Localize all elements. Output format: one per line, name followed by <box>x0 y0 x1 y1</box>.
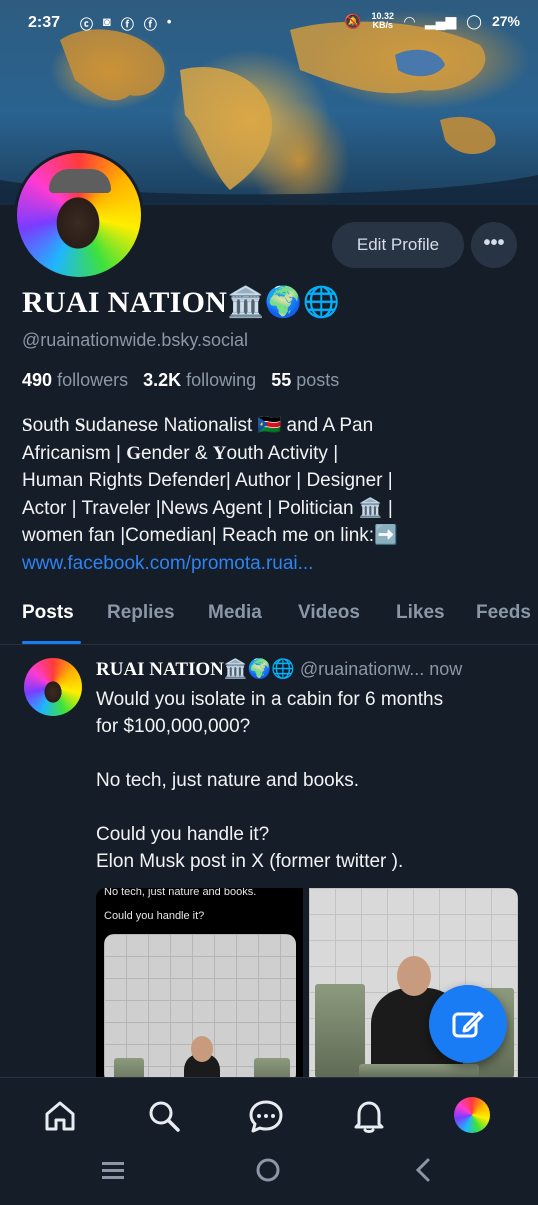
system-nav-icons <box>102 1158 430 1182</box>
signal-icon: ▂▄▆ <box>424 12 457 29</box>
tab-feeds[interactable]: Feeds <box>476 602 531 624</box>
facebook-icon: ⓕ <box>143 17 157 32</box>
network-speed: 10.32 KB/s <box>372 12 395 30</box>
profile-avatar[interactable] <box>17 153 141 277</box>
nav-notifications[interactable] <box>351 1098 387 1134</box>
app-notification-icon: ⓒ <box>80 17 94 32</box>
battery-icon: ◯ <box>466 12 482 29</box>
post-author-handle[interactable]: @ruainationw... <box>300 659 424 679</box>
profile-tabs: Posts Replies Media Videos Likes Feeds <box>0 590 538 645</box>
posts-label: posts <box>296 370 340 390</box>
dot-icon: • <box>166 14 172 29</box>
edit-profile-button[interactable]: Edit Profile <box>332 222 464 268</box>
app-notification-icon: ◙ <box>103 14 111 29</box>
post-author-avatar[interactable] <box>24 658 82 716</box>
bio-letter: S <box>74 415 86 436</box>
post-image-1[interactable]: No tech, just nature and books. Could yo… <box>96 888 303 1078</box>
bio-line: South Sudanese Nationalist 🇸🇸 and A Pan <box>22 412 522 440</box>
compose-post-button[interactable] <box>429 985 507 1063</box>
facebook-icon: ⓕ <box>120 17 134 32</box>
tab-replies[interactable]: Replies <box>107 602 175 624</box>
avatar-cap <box>49 169 111 193</box>
person-head <box>397 956 431 996</box>
display-name: RUAI NATION🏛️🌍🌐 <box>22 286 341 319</box>
money-stack <box>114 1058 144 1078</box>
nav-home[interactable] <box>42 1098 78 1134</box>
status-time: 2:37 <box>28 14 61 31</box>
battery-percent: 27% <box>491 13 520 29</box>
bio-link[interactable]: www.facebook.com/promota.ruai... <box>22 550 522 578</box>
avatar-photo <box>31 165 125 265</box>
person-head <box>191 1036 213 1062</box>
tab-likes[interactable]: Likes <box>396 602 445 624</box>
profile-bio: South Sudanese Nationalist 🇸🇸 and A Pan … <box>22 412 522 577</box>
home-system-icon <box>256 1158 280 1182</box>
posts-count-stat: 55 posts <box>271 370 339 390</box>
money-stack <box>254 1058 290 1078</box>
nav-profile-avatar[interactable] <box>454 1097 490 1133</box>
followers-count: 490 <box>22 370 53 390</box>
post-author-name[interactable]: RUAI NATION🏛️🌍🌐 <box>96 659 295 680</box>
tab-media[interactable]: Media <box>208 602 262 624</box>
active-tab-indicator <box>22 641 81 644</box>
tab-videos[interactable]: Videos <box>298 602 360 624</box>
more-options-button[interactable]: ••• <box>471 222 517 268</box>
following-label: following <box>186 370 257 390</box>
system-navigation-bar <box>0 1152 538 1200</box>
tab-posts[interactable]: Posts <box>22 602 74 624</box>
followers-link[interactable]: 490 followers <box>22 370 128 390</box>
bio-text: outh Activity | <box>226 442 339 464</box>
tiled-room-image <box>104 934 296 1078</box>
bio-letter: G <box>126 442 141 464</box>
bio-text: udanese Nationalist 🇸🇸 and A Pan <box>85 415 374 436</box>
system-status: 🔕 10.32 KB/s ◠ ▂▄▆ ◯ 27% <box>344 12 520 30</box>
back-icon <box>415 1158 430 1182</box>
following-count: 3.2K <box>143 370 182 390</box>
following-link[interactable]: 3.2K following <box>143 370 256 390</box>
notification-icons: ⓒ ◙ ⓕ ⓕ • <box>80 14 171 33</box>
post-time: now <box>429 659 463 679</box>
home-icon <box>45 1101 75 1131</box>
network-speed-unit: KB/s <box>372 20 394 30</box>
bio-line: Actor | Traveler |News Agent | Politicia… <box>22 497 393 519</box>
profile-handle: @ruainationwide.bsky.social <box>22 330 249 350</box>
bio-text: ender & <box>140 442 213 464</box>
recent-apps-icon <box>102 1162 124 1179</box>
bio-line: Africanism | Gender & Youth Activity | <box>22 440 522 468</box>
bell-icon <box>354 1101 384 1133</box>
money-stack <box>315 984 365 1078</box>
image-caption: Could you handle it? <box>104 910 205 922</box>
avatar-photo <box>36 668 70 708</box>
nav-chat[interactable] <box>248 1098 284 1134</box>
mute-icon: 🔕 <box>344 12 362 29</box>
post-text: Would you isolate in a cabin for 6 month… <box>96 689 444 872</box>
followers-label: followers <box>57 370 129 390</box>
compose-icon <box>452 1011 484 1038</box>
bio-letter: S <box>22 415 33 436</box>
status-bar: 2:37 ⓒ ◙ ⓕ ⓕ • 🔕 10.32 KB/s ◠ ▂▄▆ ◯ 27% <box>0 0 538 44</box>
search-icon <box>149 1101 180 1132</box>
bio-text: outh <box>32 415 75 436</box>
posts-count: 55 <box>271 370 292 390</box>
bio-text: Africanism | <box>22 442 127 464</box>
bottom-navigation <box>0 1077 538 1153</box>
bio-line: women fan |Comedian| Reach me on link:➡️ <box>22 525 398 546</box>
money-stack <box>359 1064 479 1078</box>
profile-stats: 490 followers 3.2K following 55 posts <box>22 370 339 391</box>
nav-search[interactable] <box>146 1098 182 1134</box>
bio-line: Human Rights Defender| Author | Designer… <box>22 470 393 491</box>
chat-icon <box>249 1100 283 1133</box>
bio-letter: Y <box>212 442 227 464</box>
post-header: RUAI NATION🏛️🌍🌐 @ruainationw... now <box>96 657 462 681</box>
wifi-icon: ◠ <box>404 12 415 29</box>
image-caption: No tech, just nature and books. <box>104 888 257 898</box>
